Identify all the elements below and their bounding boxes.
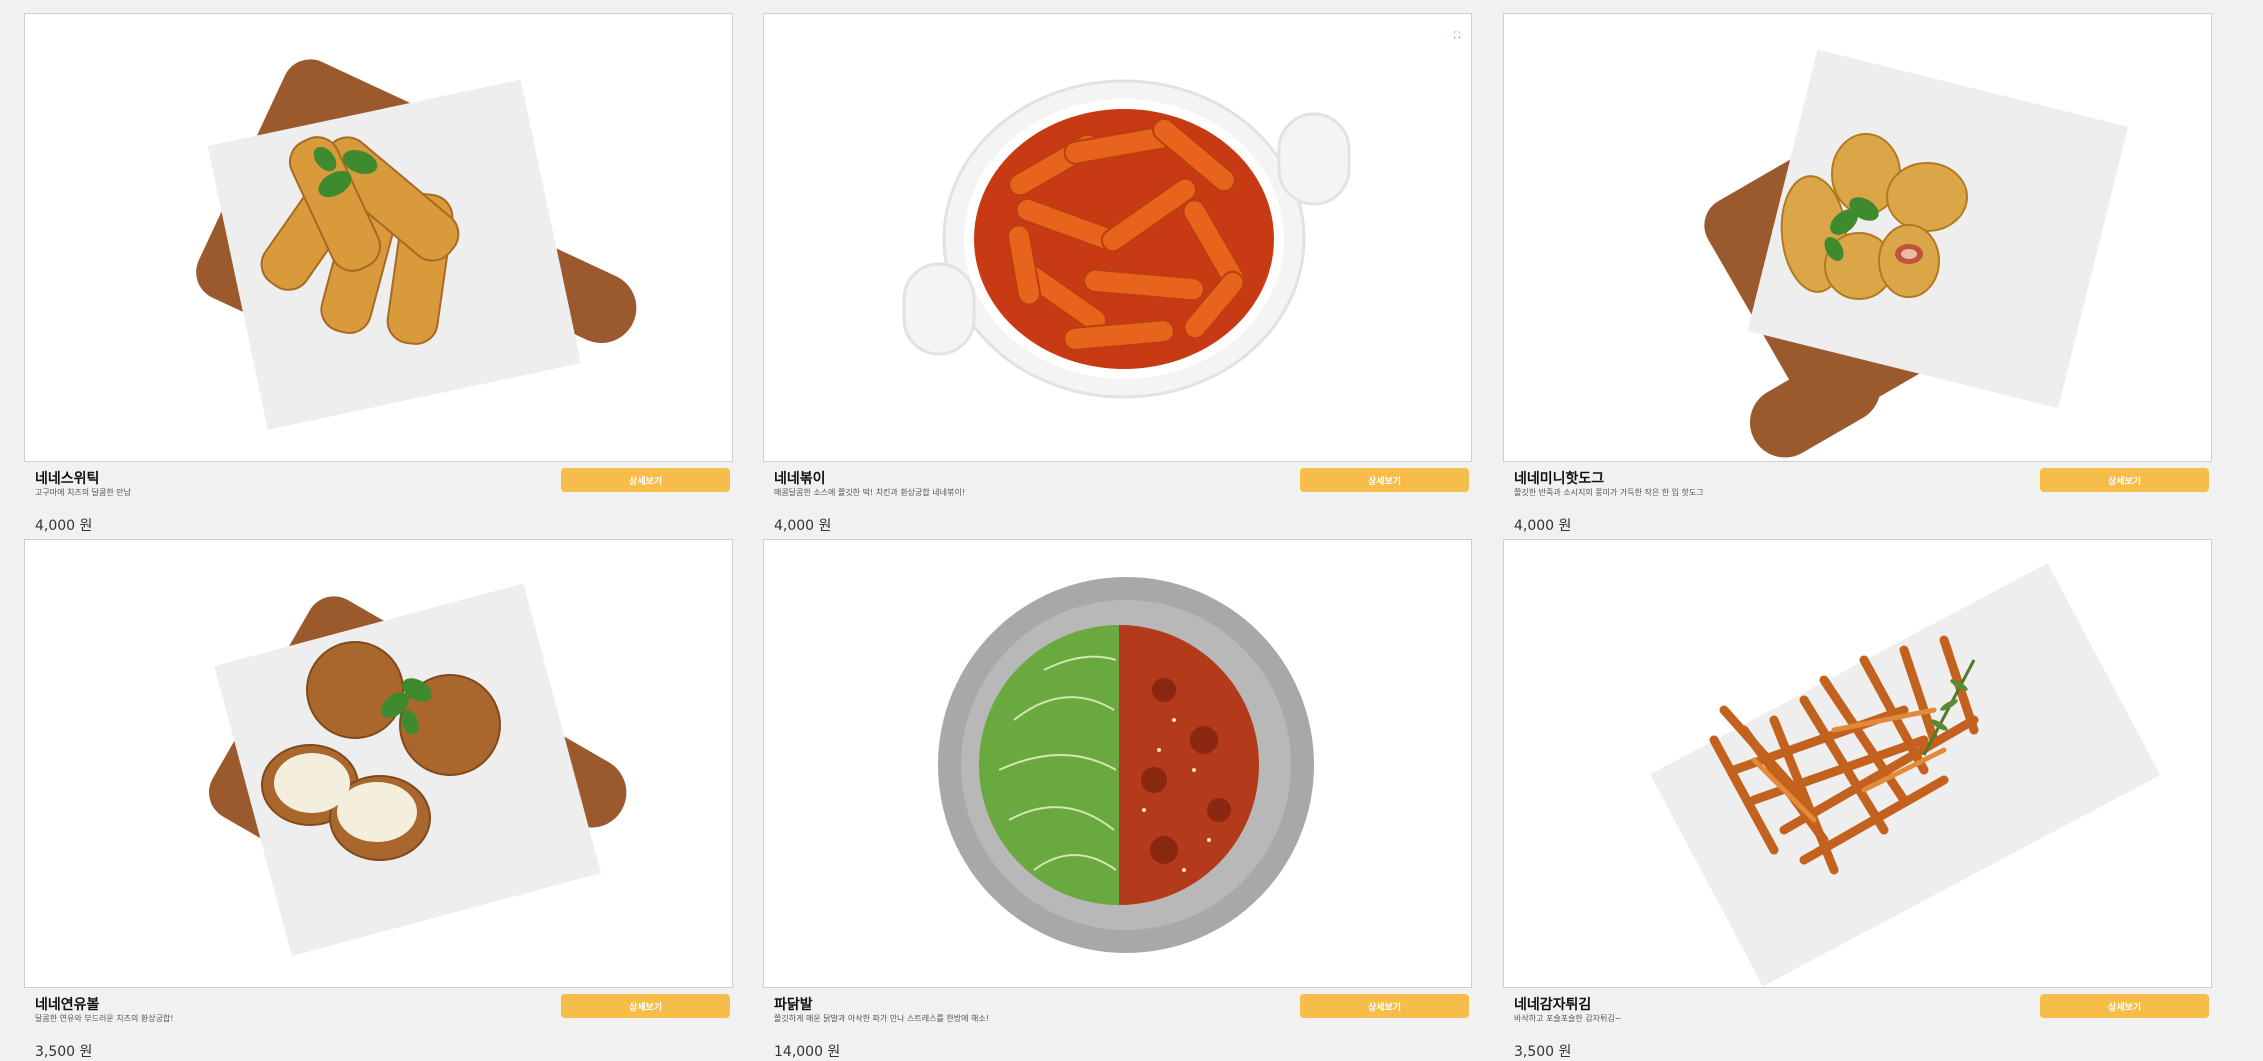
product-grid: 네네스위틱 고구마에 치즈의 달콤한 만남 4,000 원 상세보기 ⛶ 네네볶…	[0, 0, 2263, 1060]
product-name: 네네미니핫도그	[1514, 471, 1605, 487]
cheese-sticks-image	[196, 59, 637, 430]
product-name: 네네감자튀김	[1514, 997, 1592, 1013]
product-price: 3,500 원	[35, 1044, 93, 1060]
detail-button[interactable]: 상세보기	[1300, 468, 1469, 492]
condensed-milk-balls-image	[209, 583, 627, 956]
product-description: 쫄깃한 반죽과 소시지의 풍미가 가득한 작은 한 입 핫도그	[1514, 488, 1704, 497]
detail-button[interactable]: 상세보기	[561, 994, 730, 1018]
detail-button[interactable]: 상세보기	[1300, 994, 1469, 1018]
ad-choices-icon[interactable]: ⛶	[1454, 32, 1463, 41]
product-image[interactable]	[24, 539, 733, 988]
product-name: 네네볶이	[774, 471, 826, 487]
product-image[interactable]	[1503, 539, 2212, 988]
product-price: 14,000 원	[774, 1044, 841, 1060]
tteokbokki-image	[902, 79, 1351, 399]
product-description: 바삭하고 포슬포슬한 감자튀김~	[1514, 1014, 1622, 1023]
product-description: 고구마에 치즈의 달콤한 만남	[35, 488, 131, 497]
french-fries-image	[1650, 563, 2161, 987]
product-description: 달콤한 연유와 부드러운 치즈의 환상궁합!	[35, 1014, 174, 1023]
product-image[interactable]	[24, 13, 733, 462]
product-price: 3,500 원	[1514, 1044, 1572, 1060]
chicken-feet-with-scallion-image	[938, 577, 1314, 953]
product-image[interactable]	[763, 539, 1472, 988]
product-name: 파닭발	[774, 997, 813, 1013]
product-description: 매콤달콤한 소스에 쫄깃한 떡! 치킨과 환상궁합 네네볶이!	[774, 488, 965, 497]
product-image[interactable]: ⛶	[763, 13, 1472, 462]
product-name: 네네연유볼	[35, 997, 100, 1013]
product-description: 쫄깃하게 매운 닭발과 아삭한 파가 만나 스트레스를 한방에 해소!	[774, 1014, 989, 1023]
product-price: 4,000 원	[774, 518, 832, 534]
detail-button[interactable]: 상세보기	[2040, 468, 2209, 492]
detail-button[interactable]: 상세보기	[561, 468, 730, 492]
product-image[interactable]	[1503, 13, 2212, 462]
detail-button[interactable]: 상세보기	[2040, 994, 2209, 1018]
product-name: 네네스위틱	[35, 471, 100, 487]
product-price: 4,000 원	[35, 518, 93, 534]
product-price: 4,000 원	[1514, 518, 1572, 534]
mini-hotdog-image	[1704, 49, 2129, 458]
